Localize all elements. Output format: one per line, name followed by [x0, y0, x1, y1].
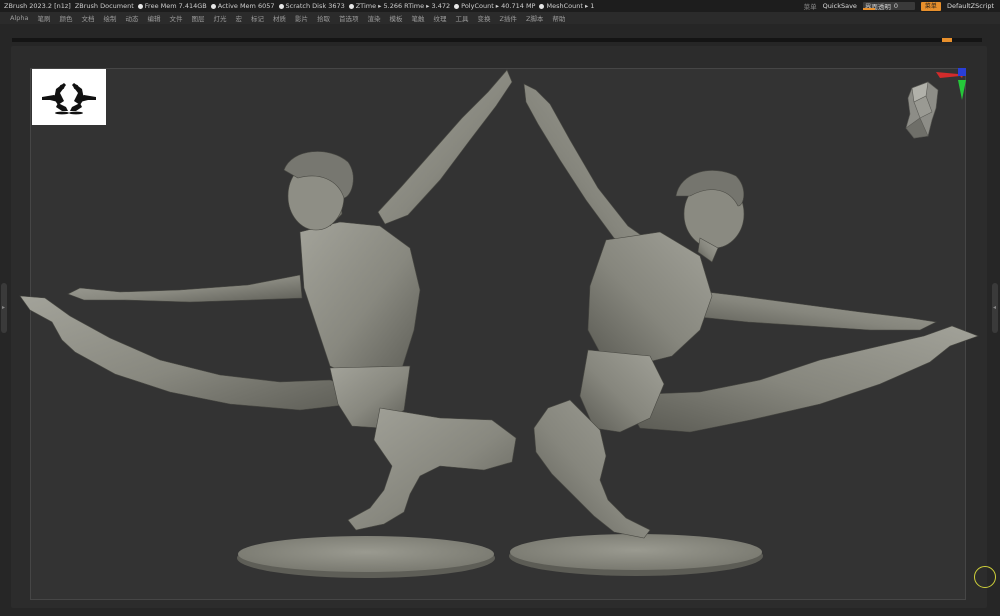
dancer-silhouette-thumbnail [42, 83, 96, 115]
tool-thumbnail[interactable] [32, 69, 106, 125]
base-left [237, 536, 495, 578]
dancer-sculpt-right [523, 83, 979, 539]
head-navigation-gizmo [905, 68, 966, 139]
navigation-gizmo[interactable] [902, 68, 972, 140]
sculpt-viewport [19, 69, 979, 578]
dancer-sculpt-left [19, 69, 517, 531]
base-right [509, 534, 763, 576]
rotation-ring-icon[interactable] [974, 566, 996, 588]
